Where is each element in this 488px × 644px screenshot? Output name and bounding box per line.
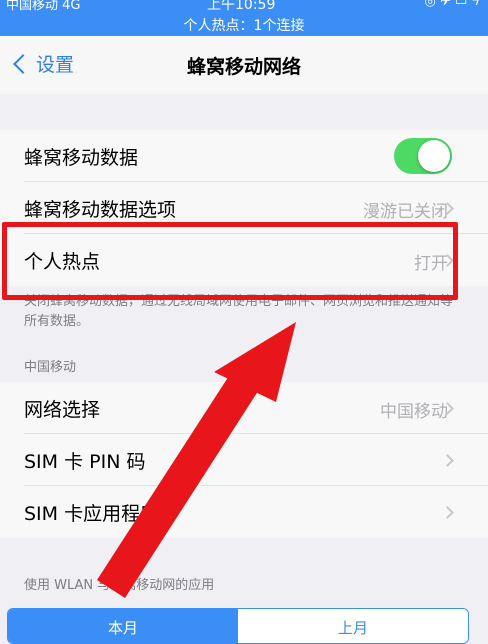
status-bar: 中国移动 4G 上午10:59 ◎ ✈ ▭ ϟ 个人热点：1个连接 (0, 0, 488, 36)
row-sim-pin[interactable]: SIM 卡 PIN 码 (0, 434, 488, 486)
carrier-label: 中国移动 4G (6, 0, 81, 13)
segment-last-month[interactable]: 上月 (238, 609, 468, 643)
toggle-knob (418, 140, 450, 172)
row-label: SIM 卡 PIN 码 (24, 451, 146, 473)
navigation-bar: 设置 蜂窝移动网络 (0, 36, 488, 94)
row-value: 中国移动 (380, 402, 448, 422)
page-title: 蜂窝移动网络 (186, 56, 301, 78)
chevron-right-icon (441, 454, 454, 467)
period-segmented-control: 本月 上月 (7, 608, 469, 644)
row-label: 蜂窝移动数据 (24, 147, 139, 169)
carrier-section-header: 中国移动 (24, 360, 77, 375)
row-network-selection[interactable]: 网络选择 中国移动 (0, 382, 488, 434)
clock: 上午10:59 (207, 0, 276, 13)
usage-section-header: 使用 WLAN 与蜂窝移动网的应用 (24, 578, 215, 593)
carrier-settings-group: 网络选择 中国移动 SIM 卡 PIN 码 SIM 卡应用程序 (0, 382, 488, 538)
row-sim-applications[interactable]: SIM 卡应用程序 (0, 486, 488, 538)
row-label: 网络选择 (24, 399, 101, 421)
chevron-right-icon (441, 506, 454, 519)
cellular-data-toggle[interactable] (394, 138, 452, 174)
row-label: SIM 卡应用程序 (24, 503, 160, 525)
row-label: 蜂窝移动数据选项 (24, 199, 177, 221)
row-cellular-data: 蜂窝移动数据 (0, 130, 488, 182)
status-icons: ◎ ✈ ▭ ϟ (424, 0, 481, 9)
segment-this-month[interactable]: 本月 (8, 609, 238, 643)
annotation-highlight-box (2, 222, 458, 300)
row-value: 漫游已关闭 (363, 202, 448, 222)
hotspot-banner[interactable]: 个人热点：1个连接 (0, 15, 488, 35)
